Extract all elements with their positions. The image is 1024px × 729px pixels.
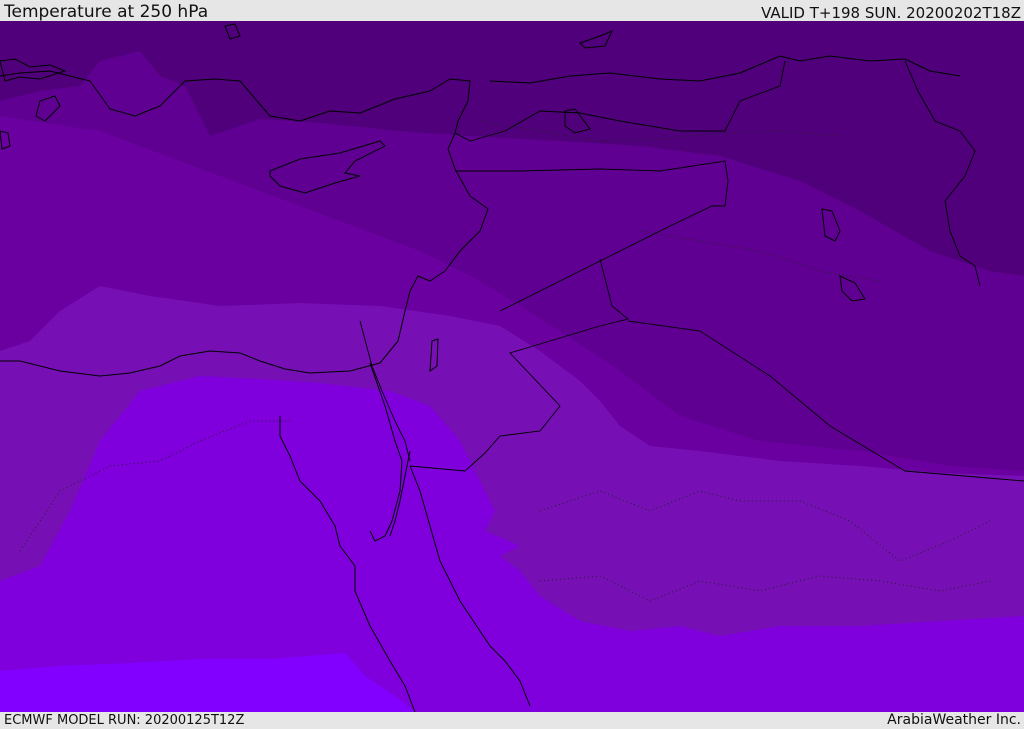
brand-label: ArabiaWeather Inc. [887,712,1021,728]
footer-bar: ECMWF MODEL RUN: 20200125T12Z ArabiaWeat… [0,712,1024,729]
map-title: Temperature at 250 hPa [4,2,209,22]
temperature-map[interactable] [0,21,1024,712]
valid-time: VALID T+198 SUN. 20200202T18Z [761,4,1021,22]
model-run: ECMWF MODEL RUN: 20200125T12Z [4,713,245,728]
map-canvas [0,21,1024,712]
header-bar: Temperature at 250 hPa VALID T+198 SUN. … [0,0,1024,21]
